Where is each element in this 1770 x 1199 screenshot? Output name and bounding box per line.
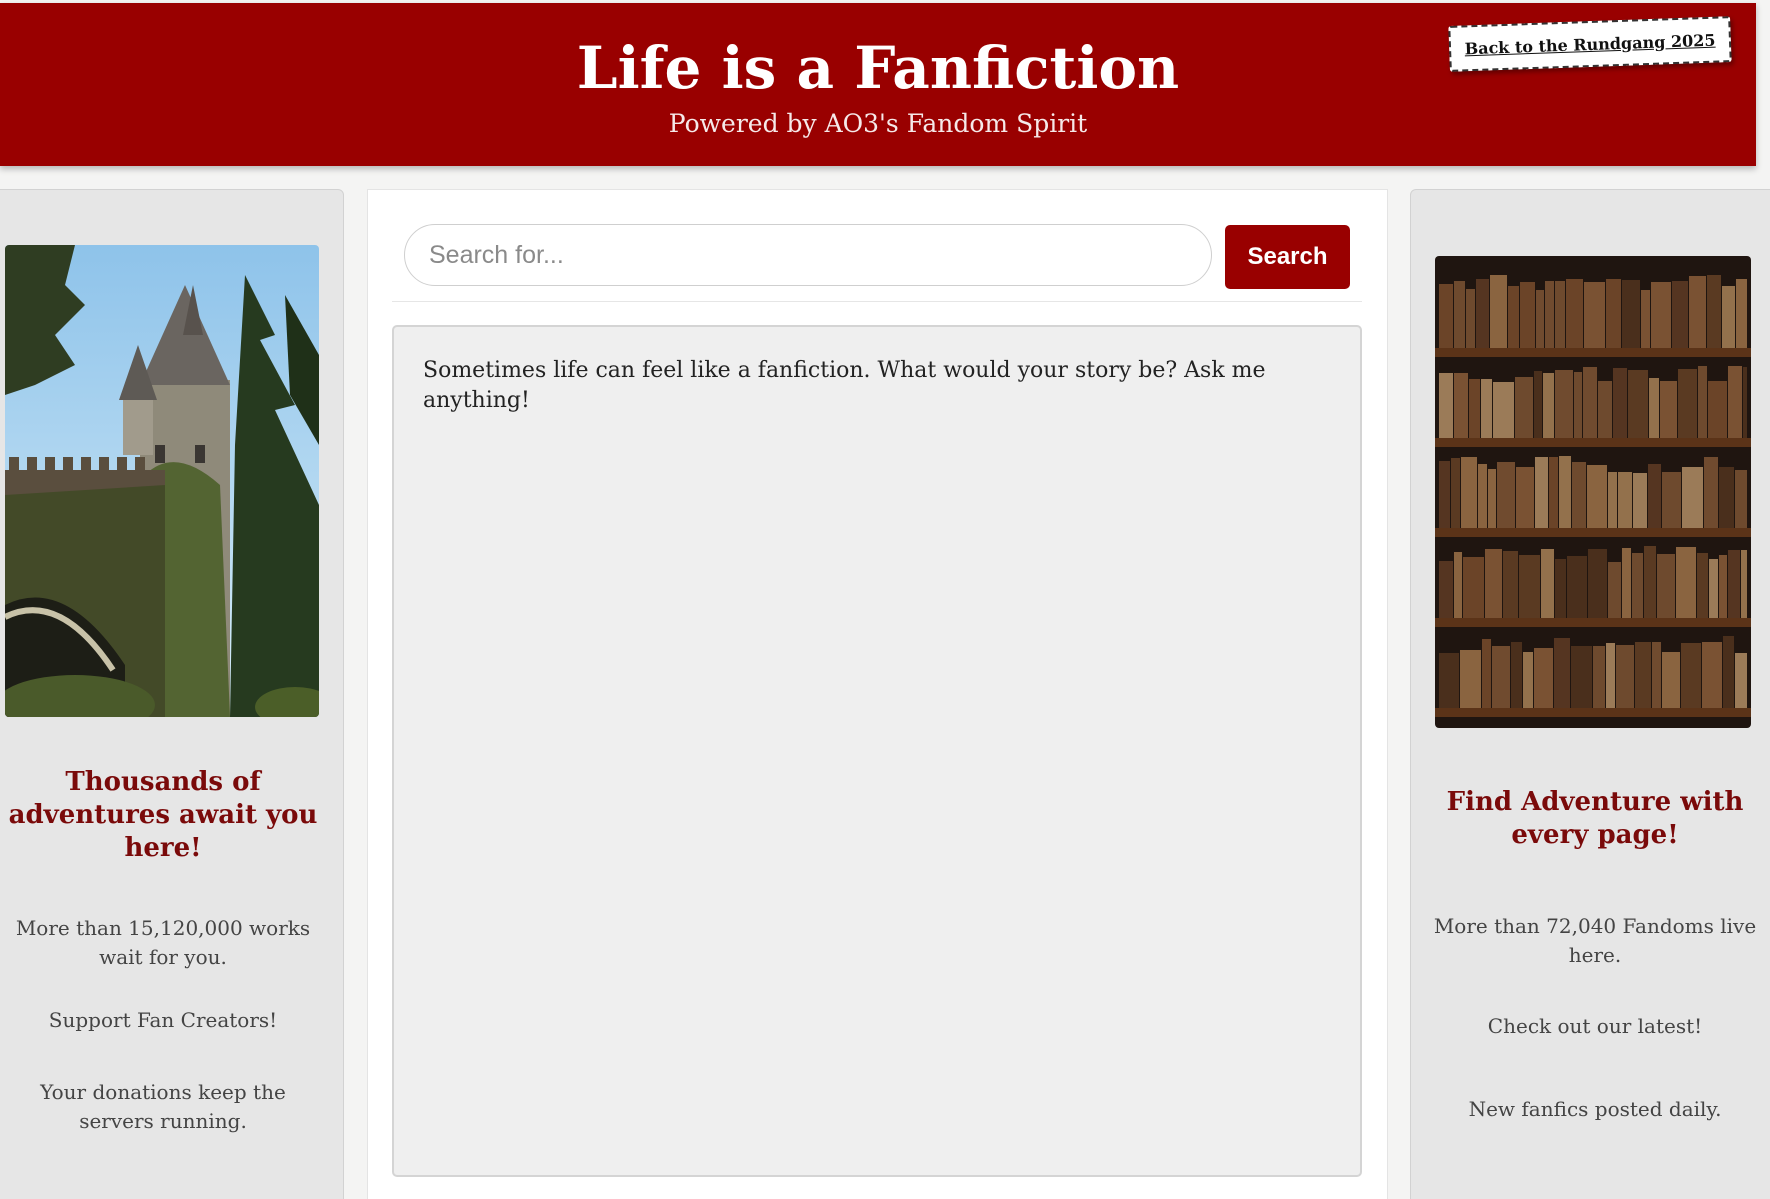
site-subtitle: Powered by AO3's Fandom Spirit xyxy=(668,109,1088,138)
divider xyxy=(392,301,1362,302)
back-to-rundgang-link[interactable]: Back to the Rundgang 2025 xyxy=(1448,16,1732,72)
right-panel-latest-text: Check out our latest! xyxy=(1487,1014,1703,1038)
chat-message: Sometimes life can feel like a fanfictio… xyxy=(423,358,1266,413)
search-button[interactable]: Search xyxy=(1225,225,1350,289)
left-panel-heading: Thousands of adventures await you here! xyxy=(8,767,318,863)
right-sidebar: Find Adventure with every page! More tha… xyxy=(1410,189,1770,1199)
bookshelf-image xyxy=(1435,256,1751,728)
castle-tower-image xyxy=(5,245,319,717)
right-panel-fandoms-text: More than 72,040 Fandoms live here. xyxy=(1433,914,1757,967)
main-content: Search Sometimes life can feel like a fa… xyxy=(367,189,1388,1199)
right-panel-heading: Find Adventure with every page! xyxy=(1446,787,1744,850)
left-sidebar: Thousands of adventures await you here! … xyxy=(0,189,344,1199)
chat-box: Sometimes life can feel like a fanfictio… xyxy=(392,325,1362,1177)
right-panel-daily-text: New fanfics posted daily. xyxy=(1468,1097,1722,1121)
left-panel-support-text: Support Fan Creators! xyxy=(48,1008,278,1032)
left-panel-donations-text: Your donations keep the servers running. xyxy=(40,1080,286,1133)
left-panel-works-text: More than 15,120,000 works wait for you. xyxy=(15,916,311,969)
site-header: Life is a Fanfiction Powered by AO3's Fa… xyxy=(0,3,1756,166)
search-input[interactable] xyxy=(404,224,1212,286)
